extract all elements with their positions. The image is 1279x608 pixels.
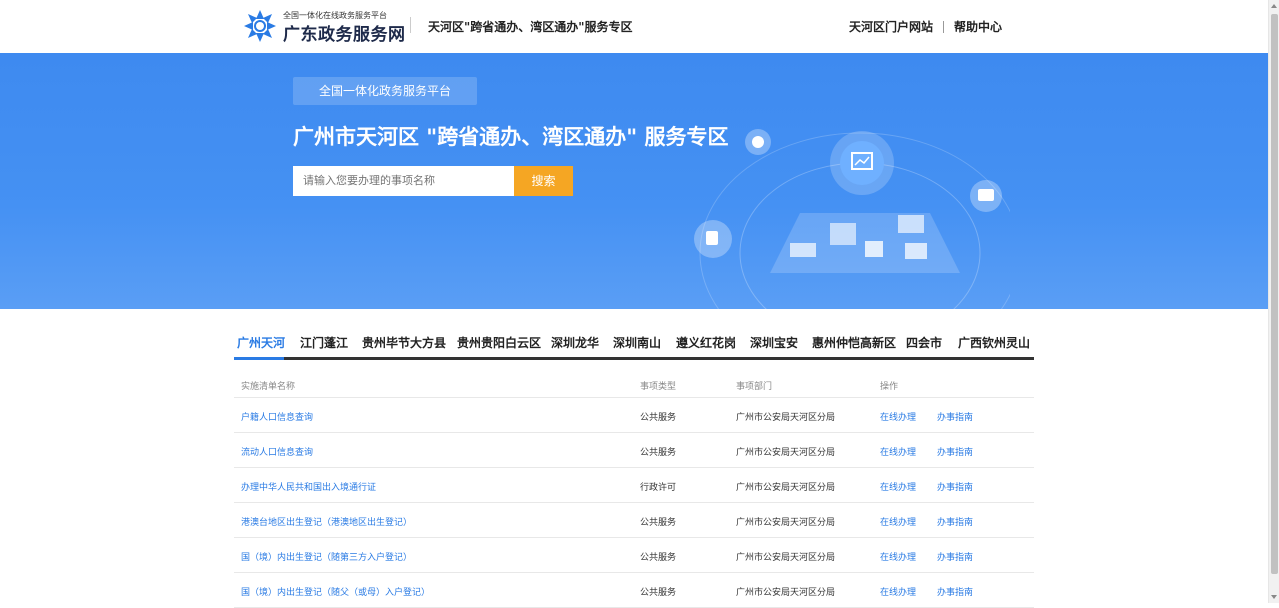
service-name-link[interactable]: 办理中华人民共和国出入境通行证 [241, 480, 376, 493]
online-apply-link[interactable]: 在线办理 [880, 480, 916, 493]
platform-tag: 全国一体化政务服务平台 [293, 77, 477, 105]
online-apply-link[interactable]: 在线办理 [880, 410, 916, 423]
service-name-link[interactable]: 流动人口信息查询 [241, 445, 313, 458]
service-name-link[interactable]: 户籍人口信息查询 [241, 410, 313, 423]
header-actions: 操作 [880, 382, 899, 392]
portal-link[interactable]: 天河区门户网站 [849, 18, 933, 35]
table-header: 实施清单名称 事项类型 事项部门 操作 [234, 370, 1034, 398]
site-header: 全国一体化在线政务服务平台 广东政务服务网 天河区"跨省通办、湾区通办"服务专区… [0, 0, 1268, 53]
tab-guangxi-lingshan[interactable]: 广西钦州灵山 [958, 334, 1030, 351]
table-row: 户籍人口信息查询 公共服务 广州市公安局天河区分局 在线办理 办事指南 [234, 398, 1034, 433]
search-button[interactable]: 搜索 [514, 166, 573, 196]
service-type: 公共服务 [640, 518, 677, 528]
guide-link[interactable]: 办事指南 [937, 585, 973, 598]
gd-logo-icon[interactable] [243, 9, 277, 43]
tab-shenzhen-baoan[interactable]: 深圳宝安 [750, 334, 798, 351]
service-dept: 广州市公安局天河区分局 [736, 588, 836, 598]
service-type: 公共服务 [640, 448, 677, 458]
online-apply-link[interactable]: 在线办理 [880, 585, 916, 598]
region-tabs: 广州天河 江门蓬江 贵州毕节大方县 贵州贵阳白云区 深圳龙华 深圳南山 遵义红花… [234, 326, 1034, 360]
service-dept: 广州市公安局天河区分局 [736, 483, 836, 493]
guide-link[interactable]: 办事指南 [937, 445, 973, 458]
vertical-scrollbar[interactable] [1268, 0, 1279, 603]
online-apply-link[interactable]: 在线办理 [880, 445, 916, 458]
zone-title: 天河区"跨省通办、湾区通办"服务专区 [428, 20, 633, 34]
guide-link[interactable]: 办事指南 [937, 550, 973, 563]
header-links: 天河区门户网站 帮助中心 [849, 18, 1002, 35]
logo-title[interactable]: 广东政务服务网 [283, 20, 406, 45]
search-input[interactable] [293, 166, 514, 196]
tab-shenzhen-longhua[interactable]: 深圳龙华 [551, 334, 599, 351]
header-name: 实施清单名称 [241, 382, 296, 392]
service-type: 公共服务 [640, 413, 677, 423]
service-type: 公共服务 [640, 553, 677, 563]
tab-jiangmen-pengjiang[interactable]: 江门蓬江 [300, 334, 348, 351]
scrollbar-thumb[interactable] [1271, 14, 1278, 574]
online-apply-link[interactable]: 在线办理 [880, 515, 916, 528]
service-dept: 广州市公安局天河区分局 [736, 553, 836, 563]
tab-guiyang-baiyun[interactable]: 贵州贵阳白云区 [457, 334, 541, 351]
scroll-down-icon[interactable] [1271, 595, 1277, 599]
service-dept: 广州市公安局天河区分局 [736, 448, 836, 458]
header-type: 事项类型 [640, 382, 677, 392]
guide-link[interactable]: 办事指南 [937, 410, 973, 423]
table-row: 国（境）内出生登记（随第三方入户登记） 公共服务 广州市公安局天河区分局 在线办… [234, 538, 1034, 573]
banner-illustration [694, 129, 1010, 309]
hero-banner: 全国一体化政务服务平台 广州市天河区 "跨省通办、湾区通办" 服务专区 搜索 [0, 53, 1268, 309]
table-row: 办理中华人民共和国出入境通行证 行政许可 广州市公安局天河区分局 在线办理 办事… [234, 468, 1034, 503]
tab-zunyi-honghuagang[interactable]: 遵义红花岗 [676, 334, 736, 351]
service-dept: 广州市公安局天河区分局 [736, 518, 836, 528]
scroll-up-icon[interactable] [1271, 4, 1277, 8]
tab-huizhou-zhongkai[interactable]: 惠州仲恺高新区 [812, 334, 896, 351]
tab-guangzhou-tianhe[interactable]: 广州天河 [237, 334, 285, 351]
table-row: 港澳台地区出生登记（港澳地区出生登记） 公共服务 广州市公安局天河区分局 在线办… [234, 503, 1034, 538]
service-name-link[interactable]: 国（境）内出生登记（随父（或母）入户登记） [241, 585, 430, 598]
tab-guizhou-dafang[interactable]: 贵州毕节大方县 [362, 334, 446, 351]
help-center-link[interactable]: 帮助中心 [954, 18, 1002, 35]
service-name-link[interactable]: 港澳台地区出生登记（港澳地区出生登记） [241, 515, 412, 528]
banner-title: 广州市天河区 "跨省通办、湾区通办" 服务专区 [293, 125, 729, 149]
active-tab-indicator [234, 357, 284, 360]
service-type: 行政许可 [640, 483, 677, 493]
guide-link[interactable]: 办事指南 [937, 480, 973, 493]
service-dept: 广州市公安局天河区分局 [736, 413, 836, 423]
service-name-link[interactable]: 国（境）内出生登记（随第三方入户登记） [241, 550, 412, 563]
service-type: 公共服务 [640, 588, 677, 598]
tab-sihui[interactable]: 四会市 [906, 334, 942, 351]
header-divider [410, 17, 411, 33]
tab-shenzhen-nanshan[interactable]: 深圳南山 [613, 334, 661, 351]
link-separator [942, 20, 944, 33]
online-apply-link[interactable]: 在线办理 [880, 550, 916, 563]
table-row: 流动人口信息查询 公共服务 广州市公安局天河区分局 在线办理 办事指南 [234, 433, 1034, 468]
service-table: 实施清单名称 事项类型 事项部门 操作 户籍人口信息查询 公共服务 广州市公安局… [234, 370, 1034, 608]
guide-link[interactable]: 办事指南 [937, 515, 973, 528]
header-dept: 事项部门 [736, 382, 773, 392]
